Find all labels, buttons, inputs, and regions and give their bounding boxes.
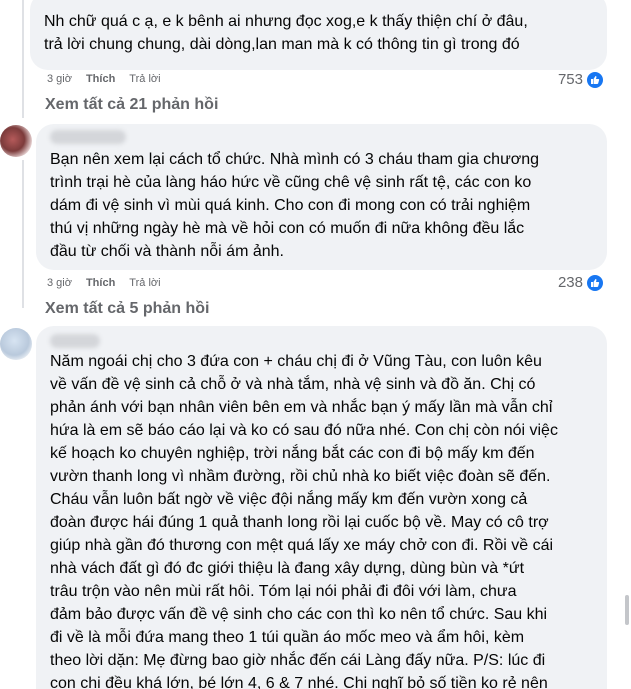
comment-actions: 3 giờ Thích Trả lời [47,73,161,85]
thumbs-up-icon [587,274,603,291]
scrollbar-thumb[interactable] [625,595,629,625]
comment-time[interactable]: 3 giờ [47,73,72,85]
comment-bubble: Năm ngoái chị cho 3 đứa con + cháu chị đ… [36,326,607,689]
comment-time[interactable]: 3 giờ [47,277,72,289]
commenter-name[interactable] [50,130,126,144]
avatar[interactable] [0,125,32,157]
comment-text: Bạn nên xem lại cách tổ chức. Nhà mình c… [50,151,540,260]
reply-button[interactable]: Trả lời [129,277,160,289]
like-button[interactable]: Thích [86,73,115,85]
see-all-replies-link[interactable]: Xem tất cả 21 phản hồi [45,96,218,114]
thread-line [22,0,24,118]
reply-button[interactable]: Trả lời [129,73,160,85]
comment-actions: 3 giờ Thích Trả lời [47,277,161,289]
thread-line [22,160,24,308]
scrollbar[interactable] [623,0,631,689]
commenter-name[interactable] [50,334,100,348]
comment-bubble: Nh chữ quá c ạ, e k bênh ai nhưng đọc xo… [30,0,607,70]
comment-bubble: Bạn nên xem lại cách tổ chức. Nhà mình c… [36,124,607,270]
reaction-count[interactable]: 753 [558,71,603,88]
like-count: 238 [557,274,583,291]
like-button[interactable]: Thích [86,277,115,289]
thumbs-up-icon [587,71,603,88]
avatar[interactable] [0,328,32,360]
see-all-replies-link[interactable]: Xem tất cả 5 phản hồi [45,300,209,318]
like-count: 753 [557,71,583,88]
comment-text: Năm ngoái chị cho 3 đứa con + cháu chị đ… [50,353,558,689]
reaction-count[interactable]: 238 [558,274,603,291]
comment-text: Nh chữ quá c ạ, e k bênh ai nhưng đọc xo… [44,13,528,53]
